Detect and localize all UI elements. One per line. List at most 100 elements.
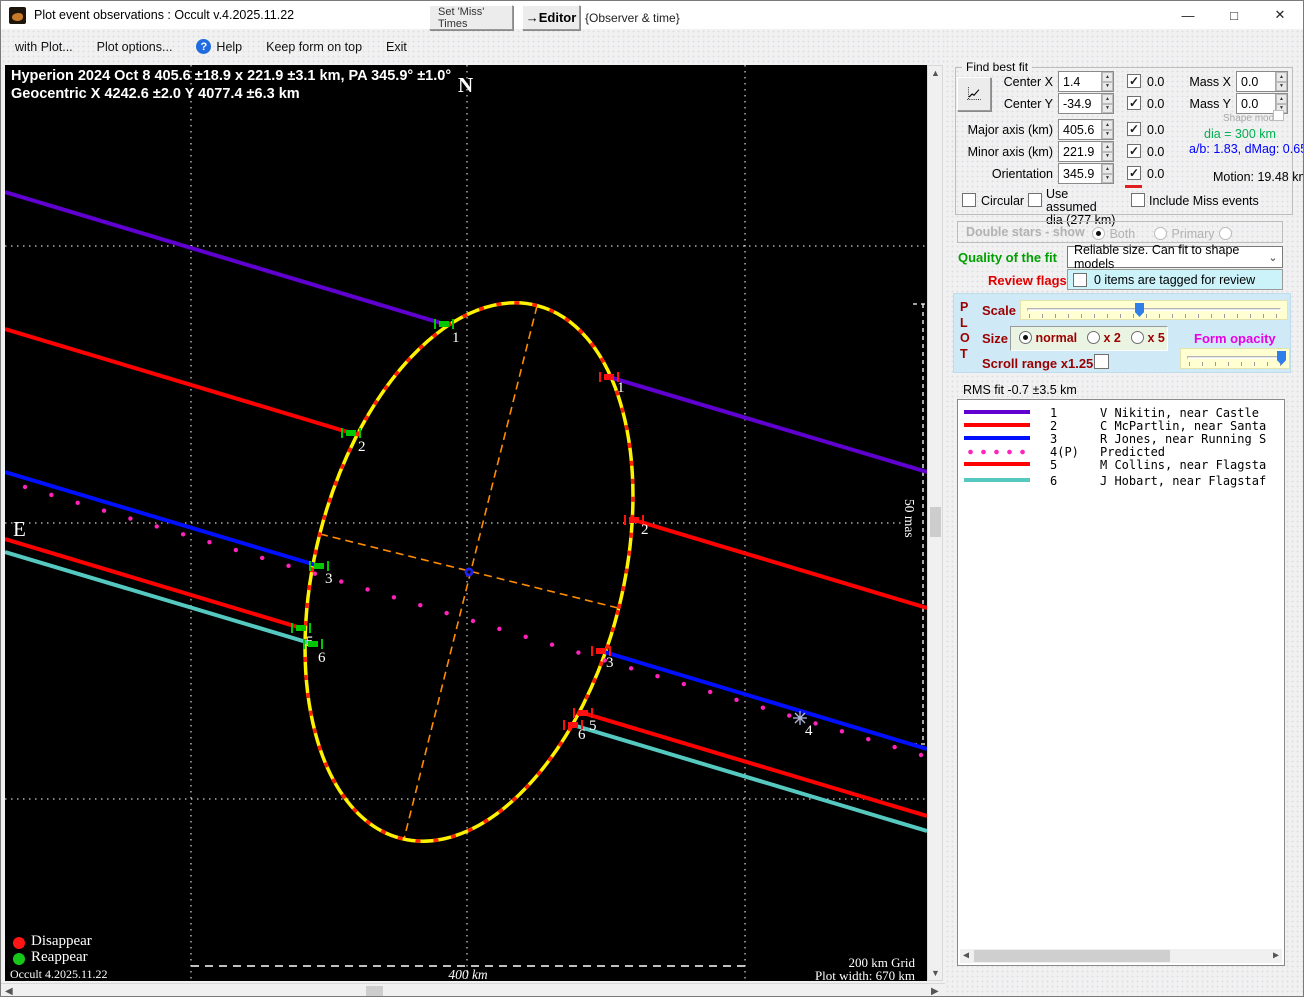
close-button[interactable]: ✕ xyxy=(1257,1,1303,29)
center-x-checkbox[interactable] xyxy=(1127,74,1141,88)
chord-line xyxy=(583,713,927,816)
predicted-path-dot xyxy=(418,603,422,607)
menu-plot-options[interactable]: Plot options... xyxy=(97,40,173,54)
major-axis-spinner[interactable]: ▲▼ xyxy=(1101,120,1113,139)
orientation-checkbox[interactable] xyxy=(1127,166,1141,180)
observer-number: 2 xyxy=(1050,419,1057,433)
list-item[interactable]: 4(P) Predicted xyxy=(958,445,1284,458)
major-axis-field[interactable]: 405.6▲▼ xyxy=(1058,119,1114,140)
size-normal-option[interactable]: normal xyxy=(1019,331,1077,345)
event-marker xyxy=(296,625,306,631)
mass-x-field[interactable]: 0.0▲▼ xyxy=(1236,71,1288,92)
normal-radio xyxy=(1019,331,1032,344)
plot-header-line1: Hyperion 2024 Oct 8 405.6 ±18.9 x 221.9 … xyxy=(11,68,451,84)
center-y-field[interactable]: -34.9▲▼ xyxy=(1058,93,1114,114)
circular-label: Circular xyxy=(981,194,1024,208)
event-marker xyxy=(568,722,578,728)
predicted-path-dot xyxy=(102,508,106,512)
plot-canvas[interactable]: 41122335566 Hyperion 2024 Oct 8 405.6 ±1… xyxy=(5,65,927,981)
scroll-left-icon[interactable]: ◀ xyxy=(5,986,13,997)
observer-number: 4(P) xyxy=(1050,445,1079,459)
menu-keep-on-top[interactable]: Keep form on top xyxy=(266,40,362,54)
list-item[interactable]: 2 C McPartlin, near Santa xyxy=(958,419,1284,432)
size-radio-group: normal x 2 x 5 xyxy=(1010,326,1168,351)
chord-number-label: 6 xyxy=(578,727,586,743)
vertical-scroll-thumb[interactable] xyxy=(930,507,941,537)
minor-axis-checkbox[interactable] xyxy=(1127,144,1141,158)
observer-number: 3 xyxy=(1050,432,1057,446)
horizontal-scroll-thumb[interactable] xyxy=(366,986,383,996)
review-flags-panel: 0 items are tagged for review xyxy=(1067,269,1283,290)
menu-with-plot[interactable]: with Plot... xyxy=(15,40,73,54)
chord-swatch xyxy=(964,423,1030,427)
window-title: Plot event observations : Occult v.4.202… xyxy=(34,8,294,22)
list-item[interactable]: 1 V Nikitin, near Castle xyxy=(958,406,1284,419)
quality-dropdown[interactable]: Reliable size. Can fit to shape models ⌄ xyxy=(1067,246,1283,268)
major-axis-checkbox[interactable] xyxy=(1127,122,1141,136)
chord-swatch xyxy=(964,462,1030,466)
minor-axis-label: Minor axis (km) xyxy=(941,145,1053,159)
minor-axis-spinner[interactable]: ▲▼ xyxy=(1101,142,1113,161)
major-axis-sigma: 0.0 xyxy=(1147,123,1164,137)
scale-label: Scale xyxy=(982,303,1016,318)
list-scroll-right-icon[interactable]: ▶ xyxy=(1273,950,1279,961)
set-miss-times-button[interactable]: Set 'Miss' Times xyxy=(429,5,513,30)
plot-header-line2: Geocentric X 4242.6 ±2.0 Y 4077.4 ±6.3 k… xyxy=(11,86,300,102)
form-opacity-ticks xyxy=(1189,362,1281,366)
double-stars-both[interactable]: Both xyxy=(1092,225,1135,243)
double-stars-group: Double stars - show Both Primary Seconda… xyxy=(957,221,1283,243)
list-scroll-thumb[interactable] xyxy=(974,950,1170,962)
list-horizontal-scrollbar[interactable]: ◀ ▶ xyxy=(960,949,1282,963)
list-scroll-left-icon[interactable]: ◀ xyxy=(963,950,969,961)
size-x2-option[interactable]: x 2 xyxy=(1087,331,1121,345)
size-x5-option[interactable]: x 5 xyxy=(1131,331,1165,345)
scroll-range-checkbox[interactable] xyxy=(1094,354,1109,369)
observer-number: 5 xyxy=(1050,458,1057,472)
predicted-path-dot xyxy=(313,572,317,576)
include-miss-checkbox[interactable] xyxy=(1131,193,1145,207)
orientation-field[interactable]: 345.9▲▼ xyxy=(1058,163,1114,184)
maximize-button[interactable]: □ xyxy=(1211,1,1257,29)
scroll-down-icon[interactable]: ▼ xyxy=(931,968,940,978)
list-item[interactable]: 6 J Hobart, near Flagstaf xyxy=(958,474,1284,487)
mass-x-spinner[interactable]: ▲▼ xyxy=(1275,72,1287,91)
find-best-fit-title: Find best fit xyxy=(962,60,1032,74)
menu-exit[interactable]: Exit xyxy=(386,40,407,54)
plot-vertical-scrollbar[interactable]: ▲ ▼ xyxy=(927,65,943,981)
plot-horizontal-scrollbar[interactable]: ◀ ▶ xyxy=(1,983,947,997)
minor-axis-field[interactable]: 221.9▲▼ xyxy=(1058,141,1114,162)
menu-help[interactable]: ? Help xyxy=(196,39,242,54)
list-item[interactable]: 5 M Collins, near Flagsta xyxy=(958,458,1284,471)
predicted-path-dot xyxy=(682,682,686,686)
center-y-checkbox[interactable] xyxy=(1127,96,1141,110)
predicted-path-dot xyxy=(207,540,211,544)
double-stars-primary[interactable]: Primary xyxy=(1154,225,1215,243)
scroll-up-icon[interactable]: ▲ xyxy=(931,68,940,78)
use-assumed-checkbox[interactable] xyxy=(1028,193,1042,207)
center-y-spinner[interactable]: ▲▼ xyxy=(1101,94,1113,113)
predicted-path-dot xyxy=(128,516,132,520)
minimize-button[interactable]: — xyxy=(1165,1,1211,29)
review-flags-checkbox[interactable] xyxy=(1073,273,1087,287)
plot-width-label: Plot width: 670 km xyxy=(815,968,915,984)
center-x-spinner[interactable]: ▲▼ xyxy=(1101,72,1113,91)
list-item[interactable]: 3 R Jones, near Running S xyxy=(958,432,1284,445)
predicted-path-dot xyxy=(708,690,712,694)
predicted-path-dot xyxy=(392,595,396,599)
orientation-spinner[interactable]: ▲▼ xyxy=(1101,164,1113,183)
center-x-field[interactable]: 1.4▲▼ xyxy=(1058,71,1114,92)
scroll-right-icon[interactable]: ▶ xyxy=(931,986,939,997)
predicted-path-dot xyxy=(550,642,554,646)
chord-number-label: 1 xyxy=(617,380,625,396)
observer-name: V Nikitin, near Castle xyxy=(1100,406,1259,420)
circular-checkbox[interactable] xyxy=(962,193,976,207)
chevron-down-icon: ⌄ xyxy=(1264,251,1282,264)
observer-list[interactable]: 1 V Nikitin, near Castle 2 C McPartlin, … xyxy=(957,399,1285,966)
shape-model-checkbox[interactable] xyxy=(1273,110,1284,121)
scale-slider[interactable] xyxy=(1020,300,1288,320)
chord-line xyxy=(609,377,927,472)
form-opacity-slider[interactable] xyxy=(1180,348,1290,369)
predicted-path-dot xyxy=(23,485,27,489)
editor-button[interactable]: →Editor xyxy=(522,5,580,30)
observer-name: M Collins, near Flagsta xyxy=(1100,458,1266,472)
